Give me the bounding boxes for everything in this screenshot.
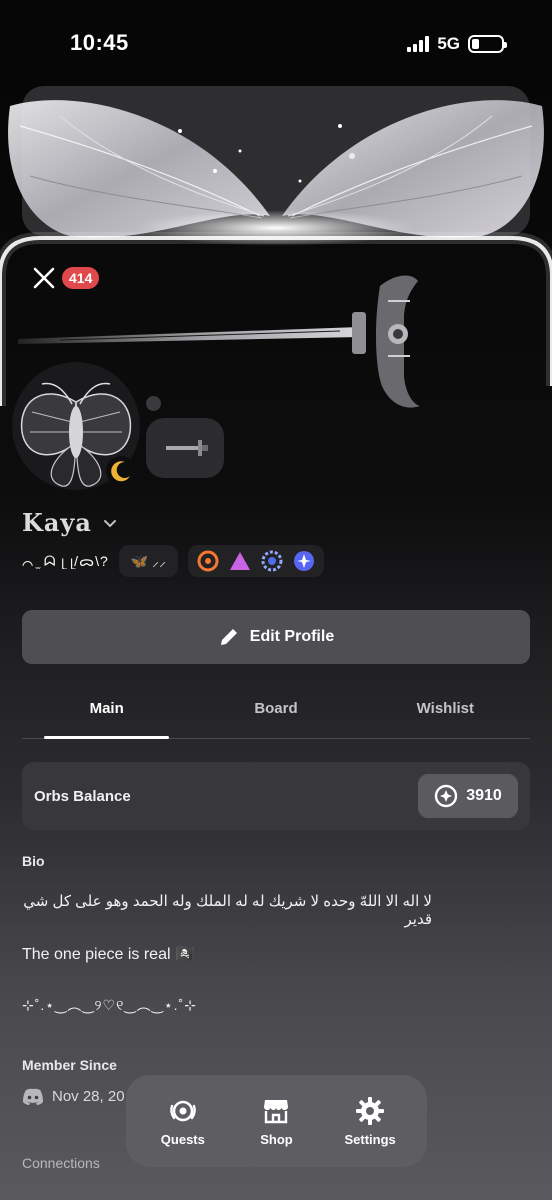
edit-profile-button[interactable]: Edit Profile <box>22 610 530 664</box>
server-tag-label: 🦋 ⸝⸝ <box>130 552 167 569</box>
edit-profile-label: Edit Profile <box>249 628 335 645</box>
orbs-balance-card[interactable]: Orbs Balance 3910 <box>22 762 530 830</box>
shop-icon <box>264 1099 289 1123</box>
bio-line-arabic: لا اله الا اللهّ وحده لا شريك له له المل… <box>23 893 432 928</box>
pronoun-row: ⌒ ̫ ᗣ ᥨ ᥨ/ᯅ\? 🦋 ⸝⸝ <box>22 545 325 577</box>
status-time: 10:45 <box>70 30 129 55</box>
hypesquad-badge-icon[interactable] <box>196 549 220 573</box>
status-bubble-dot <box>146 396 161 411</box>
quests-button[interactable]: Quests <box>143 1096 223 1147</box>
shop-label: Shop <box>260 1131 293 1147</box>
signal-icon <box>407 36 430 52</box>
notification-badge: 414 <box>62 267 100 289</box>
bio-line-decoration: ⊹˚.⋆‿︵‿୨♡୧‿︵‿⋆.˚⊹ <box>22 997 197 1013</box>
profile-tabs: Main Board Wishlist <box>22 690 530 739</box>
bio-line-one-piece: The one piece is real 🏴‍☠️ <box>22 946 195 963</box>
badges-chip[interactable] <box>188 545 325 577</box>
quests-label: Quests <box>160 1131 205 1147</box>
chevron-down-icon[interactable] <box>102 515 118 531</box>
tab-main[interactable]: Main <box>22 690 191 739</box>
network-type: 5G <box>437 34 460 53</box>
bio-title: Bio <box>22 853 45 869</box>
display-name: Kaya <box>22 508 92 537</box>
bottom-dock: Quests Shop Settings <box>126 1075 427 1167</box>
connections-title: Connections <box>22 1155 100 1171</box>
pronouns-text: ⌒ ̫ ᗣ ᥨ ᥨ/ᯅ\? <box>22 552 109 569</box>
server-tag-chip[interactable]: 🦋 ⸝⸝ <box>118 545 179 577</box>
username-row[interactable]: Kaya <box>22 508 118 537</box>
settings-button[interactable]: Settings <box>330 1096 410 1147</box>
orbs-balance-pill[interactable]: 3910 <box>418 774 518 818</box>
quest-badge-icon[interactable] <box>260 549 284 573</box>
settings-label: Settings <box>344 1131 396 1147</box>
moon-icon <box>111 461 130 482</box>
quests-icon <box>169 1100 196 1121</box>
nitro-triangle-badge-icon[interactable] <box>228 549 252 573</box>
discord-logo-icon <box>23 1088 43 1105</box>
orbs-balance-value: 3910 <box>466 787 502 804</box>
orbs-balance-label: Orbs Balance <box>34 788 131 805</box>
status-indicator <box>106 456 136 486</box>
tab-wishlist[interactable]: Wishlist <box>361 690 530 738</box>
sword-emoji-icon <box>166 440 208 456</box>
orb-icon <box>435 784 458 808</box>
close-icon[interactable] <box>30 264 58 292</box>
status-bar: 10:45 5G <box>0 0 552 86</box>
battery-icon <box>468 35 507 53</box>
pencil-icon <box>220 629 237 645</box>
custom-status-bubble[interactable] <box>146 418 224 478</box>
status-indicators: 5G <box>407 34 507 54</box>
gear-icon <box>356 1096 385 1125</box>
orb-badge-icon[interactable] <box>292 549 316 573</box>
tab-board[interactable]: Board <box>191 690 360 738</box>
shop-button[interactable]: Shop <box>236 1096 316 1147</box>
member-since-date: Nov 28, 20 <box>52 1088 125 1105</box>
member-since-title: Member Since <box>22 1057 117 1073</box>
